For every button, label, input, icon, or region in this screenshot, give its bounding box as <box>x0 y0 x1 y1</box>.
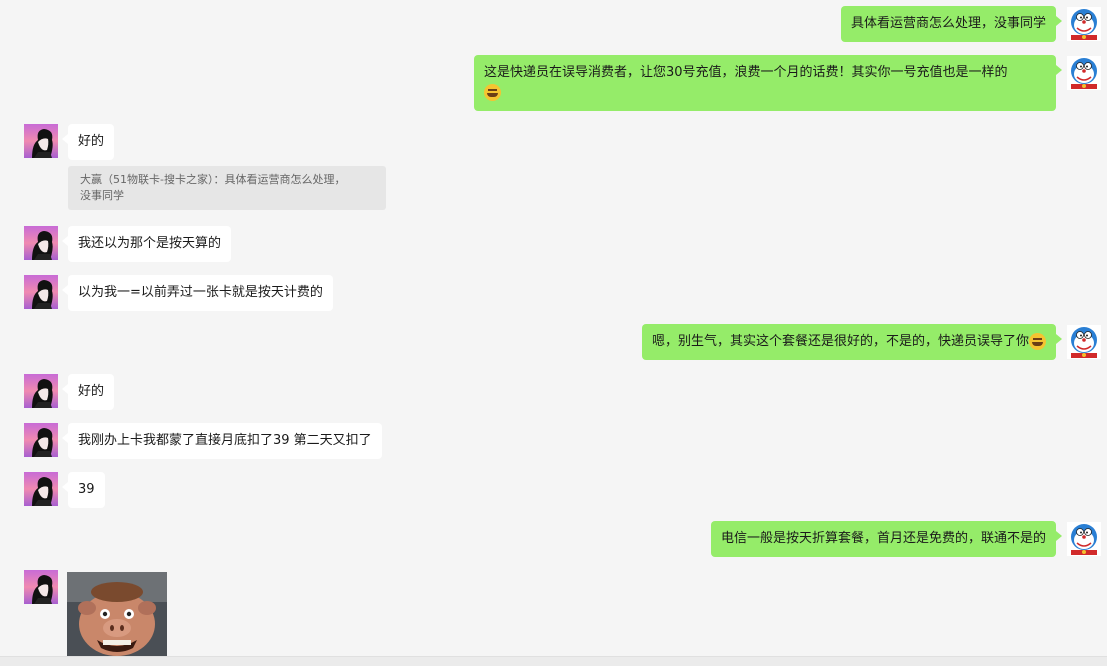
anime-boy-avatar-icon[interactable] <box>24 374 58 408</box>
message-bubble[interactable]: 39 <box>62 472 105 508</box>
doraemon-avatar-icon[interactable] <box>1067 7 1101 41</box>
doraemon-avatar-icon[interactable] <box>1067 325 1101 359</box>
doraemon-avatar-icon[interactable] <box>1067 522 1101 556</box>
message-bubble[interactable]: 具体看运营商怎么处理，没事同学 <box>840 6 1063 42</box>
message-bubble[interactable]: 好的 <box>61 374 115 410</box>
anime-boy-avatar-icon[interactable] <box>24 472 58 506</box>
message-text: 嗯，别生气，其实这个套餐还是很好的，不是的，快递员误导了你 <box>651 334 1029 349</box>
pig-sticker-image[interactable] <box>67 572 167 656</box>
message-bubble[interactable]: 好的 <box>61 124 115 160</box>
message-bubble[interactable]: 以为我一=以前弄过一张卡就是按天计费的 <box>62 275 333 311</box>
anime-boy-avatar-icon[interactable] <box>24 275 58 309</box>
message-bubble[interactable]: 我还以为那个是按天算的 <box>61 226 232 262</box>
chat-area: 具体看运营商怎么处理，没事同学 这是快递员在误导消费者，让您30号充值，浪费一个… <box>0 0 1107 666</box>
message-bubble[interactable]: 这是快递员在误导消费者，让您30号充值，浪费一个月的话费！其实你一号充值也是一样… <box>474 55 1062 111</box>
laughing-tears-emoji-icon <box>484 84 501 101</box>
message-bubble[interactable]: 电信一般是按天折算套餐，首月还是免费的，联通不是的 <box>710 521 1063 557</box>
message-text: 这是快递员在误导消费者，让您30号充值，浪费一个月的话费！其实你一号充值也是一样… <box>484 65 1008 80</box>
doraemon-avatar-icon[interactable] <box>1067 56 1101 90</box>
anime-boy-avatar-icon[interactable] <box>24 570 58 604</box>
quoted-message[interactable]: 大赢（51物联卡-搜卡之家）：具体看运营商怎么处理， 没事同学 <box>68 166 386 210</box>
laughing-tears-emoji-icon <box>1029 333 1046 350</box>
anime-boy-avatar-icon[interactable] <box>24 124 58 158</box>
message-bubble[interactable]: 嗯，别生气，其实这个套餐还是很好的，不是的，快递员误导了你 <box>641 324 1063 360</box>
anime-boy-avatar-icon[interactable] <box>24 423 58 457</box>
message-bubble[interactable]: 我刚办上卡我都蒙了直接月底扣了39 第二天又扣了 <box>62 423 382 459</box>
anime-boy-avatar-icon[interactable] <box>24 226 58 260</box>
